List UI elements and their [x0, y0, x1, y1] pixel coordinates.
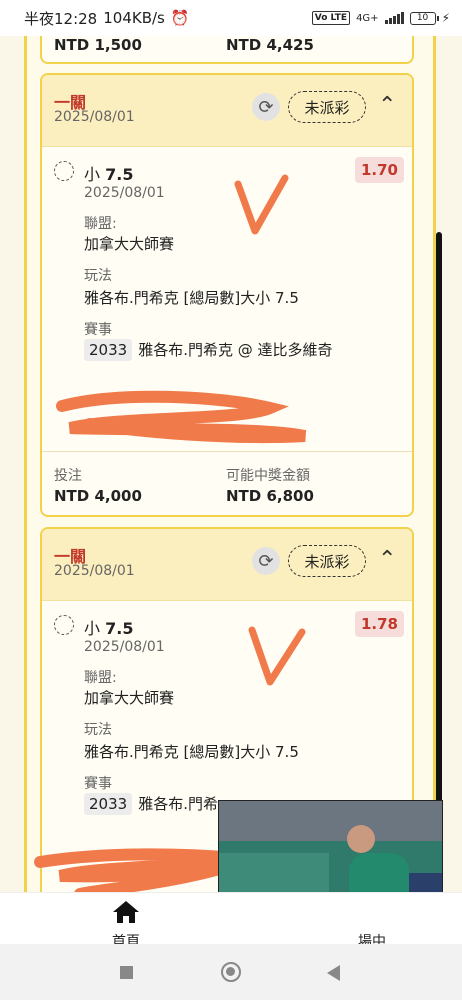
recents-icon[interactable] — [120, 966, 133, 979]
network-type: 4G+ — [356, 12, 379, 24]
bottom-nav: 首頁 場中 — [0, 892, 462, 950]
clock: 半夜12:28 — [24, 9, 98, 28]
home-button-icon[interactable] — [221, 962, 241, 982]
status-bar: 半夜12:28 104KB/s ⏰ Vo LTE 4G+ 10 ⚡ — [0, 0, 462, 36]
back-icon[interactable] — [327, 965, 340, 981]
handwritten-marks — [34, 174, 307, 892]
system-nav-bar — [0, 944, 462, 1000]
net-speed: 104KB/s — [103, 9, 165, 27]
bets-list[interactable]: NTD 1,500 NTD 4,425 一關 2025/08/01 ⟳ 未派彩 … — [0, 36, 462, 892]
alarm-icon: ⏰ — [170, 9, 190, 27]
volte-icon: Vo LTE — [311, 11, 351, 25]
home-icon — [113, 901, 139, 923]
charging-icon: ⚡ — [441, 11, 450, 25]
battery-icon: 10 — [409, 11, 439, 25]
signal-icon — [384, 12, 404, 24]
battery-level: 10 — [416, 13, 429, 23]
